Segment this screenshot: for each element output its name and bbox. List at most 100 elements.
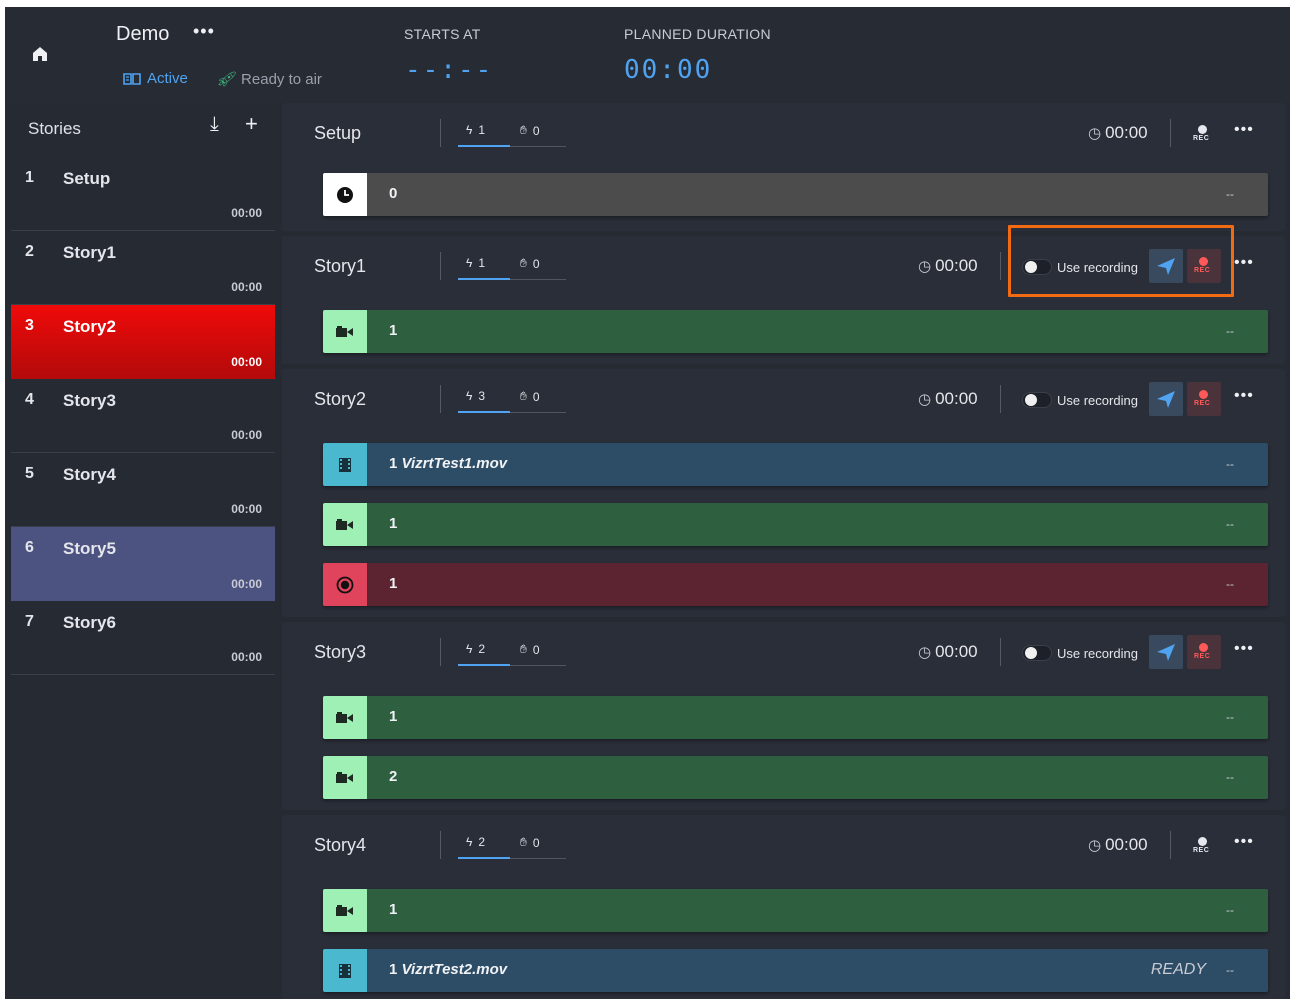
- story-title[interactable]: Story2: [314, 389, 366, 410]
- story-number: 2: [25, 243, 34, 260]
- story-duration: 00:00: [231, 355, 262, 369]
- sidebar-item-setup[interactable]: 1 Setup 00:00: [11, 157, 275, 231]
- plus-icon[interactable]: +: [245, 111, 258, 137]
- record-icon: [323, 563, 367, 606]
- story-duration: 00:00: [231, 280, 262, 294]
- story-counts[interactable]: ϟ3 ✋︎ 0: [458, 387, 566, 413]
- story-counts[interactable]: ϟ2 ✋︎ 0: [458, 833, 566, 859]
- story-counts[interactable]: ϟ1 ✋︎ 0: [458, 254, 566, 280]
- lightning-icon: ϟ: [466, 123, 473, 137]
- item-clip-name: VizrtTest2.mov: [401, 961, 508, 978]
- rec-label: REC: [1193, 135, 1210, 142]
- story-item-row[interactable]: 2 --: [323, 756, 1268, 799]
- rec-label: REC: [1194, 400, 1211, 407]
- story-more-button[interactable]: •••: [1234, 833, 1254, 851]
- story-more-button[interactable]: •••: [1234, 254, 1254, 272]
- rec-icon[interactable]: REC: [1192, 123, 1214, 145]
- sidebar-item-story4[interactable]: 5 Story4 00:00: [11, 453, 275, 527]
- story-title[interactable]: Setup: [314, 123, 361, 144]
- rundown-more-button[interactable]: •••: [193, 21, 215, 42]
- story-item-row[interactable]: 1 VizrtTest1.mov --: [323, 443, 1268, 486]
- story-duration-value: 00:00: [1105, 123, 1148, 142]
- counts-underline: [458, 857, 510, 859]
- sidebar-item-story3[interactable]: 4 Story3 00:00: [11, 379, 275, 453]
- story-number: 7: [25, 613, 34, 630]
- story-counts[interactable]: ϟ1 ✋︎ 0: [458, 121, 566, 147]
- send-button[interactable]: [1149, 382, 1183, 416]
- clock-icon: ◷: [918, 644, 932, 661]
- manual-count: ✋︎ 0: [520, 642, 540, 657]
- actions-count: ϟ2: [466, 642, 485, 656]
- rec-icon[interactable]: REC: [1192, 835, 1214, 857]
- story-item-row[interactable]: 1 VizrtTest2.mov READY --: [323, 949, 1268, 992]
- sidebar-item-story1[interactable]: 2 Story1 00:00: [11, 231, 275, 305]
- story-item-row[interactable]: 1 --: [323, 310, 1268, 353]
- clock-icon: [323, 173, 367, 216]
- item-status: --: [1226, 963, 1234, 977]
- item-ready-status: READY: [1150, 961, 1206, 978]
- status-active-label: Active: [147, 70, 188, 87]
- story-more-button[interactable]: •••: [1234, 121, 1254, 139]
- manual-count-value: 0: [532, 389, 540, 404]
- story-item-row[interactable]: 1 --: [323, 563, 1268, 606]
- story-duration-value: 00:00: [1105, 835, 1148, 854]
- rec-label: REC: [1194, 653, 1211, 660]
- sidebar-item-story2[interactable]: 3 Story2 00:00: [11, 305, 275, 379]
- sidebar-title: Stories: [28, 119, 81, 138]
- sidebar-item-story6[interactable]: 7 Story6 00:00: [11, 601, 275, 675]
- rundown-title[interactable]: Demo: [116, 23, 169, 46]
- actions-count-value: 1: [478, 256, 486, 270]
- story-counts[interactable]: ϟ2 ✋︎ 0: [458, 640, 566, 666]
- send-button[interactable]: [1149, 635, 1183, 669]
- rec-button[interactable]: REC: [1187, 382, 1221, 416]
- story-duration: 00:00: [231, 502, 262, 516]
- use-recording-toggle[interactable]: [1022, 392, 1052, 408]
- hand-icon: ✋︎: [520, 256, 527, 270]
- item-status: --: [1226, 903, 1234, 917]
- story-item-row[interactable]: 1 --: [323, 889, 1268, 932]
- item-label: 1: [389, 901, 398, 918]
- story-title[interactable]: Story4: [314, 835, 366, 856]
- manual-count-value: 0: [532, 835, 540, 850]
- story-more-button[interactable]: •••: [1234, 387, 1254, 405]
- item-label: 1 VizrtTest1.mov: [389, 455, 507, 472]
- film-icon: [323, 949, 367, 992]
- story-duration: 00:00: [231, 650, 262, 664]
- status-ready[interactable]: 🚀︎ Ready to air: [216, 70, 322, 89]
- hand-icon: ✋︎: [520, 642, 527, 656]
- use-recording-toggle[interactable]: [1022, 645, 1052, 661]
- lightning-icon: ϟ: [466, 256, 473, 270]
- divider: [440, 831, 441, 859]
- home-icon[interactable]: [31, 45, 49, 63]
- story-item-row[interactable]: 0 --: [323, 173, 1268, 216]
- story-item-row[interactable]: 1 --: [323, 503, 1268, 546]
- divider: [1000, 638, 1001, 666]
- actions-count: ϟ2: [466, 835, 485, 849]
- hand-icon: ✋︎: [520, 389, 527, 403]
- send-icon: [1157, 644, 1175, 661]
- sidebar-item-story5[interactable]: 6 Story5 00:00: [11, 527, 275, 601]
- manual-count-value: 0: [532, 642, 540, 657]
- actions-count-value: 1: [478, 123, 486, 137]
- item-number: 1: [389, 455, 398, 472]
- status-active[interactable]: Active: [123, 70, 188, 87]
- status-ready-label: Ready to air: [241, 70, 322, 88]
- send-icon: [1157, 391, 1175, 408]
- story-duration-value: 00:00: [935, 389, 978, 408]
- story-item-row[interactable]: 1 --: [323, 696, 1268, 739]
- download-icon[interactable]: ⤓: [210, 113, 219, 136]
- item-status: --: [1226, 710, 1234, 724]
- camera-icon: [323, 889, 367, 932]
- story-more-button[interactable]: •••: [1234, 640, 1254, 658]
- story-duration: ◷ 00:00: [1088, 123, 1148, 143]
- story-card-story2: Story2 ϟ3 ✋︎ 0 ◷ 00:00 Use recording REC •…: [282, 369, 1285, 617]
- story-title[interactable]: Story3: [314, 642, 366, 663]
- counts-underline: [458, 145, 510, 147]
- divider: [440, 385, 441, 413]
- story-number: 4: [25, 391, 34, 408]
- use-recording-label: Use recording: [1057, 646, 1138, 661]
- rec-button[interactable]: REC: [1187, 635, 1221, 669]
- story-title[interactable]: Story1: [314, 256, 366, 277]
- item-status: --: [1226, 517, 1234, 531]
- divider: [440, 638, 441, 666]
